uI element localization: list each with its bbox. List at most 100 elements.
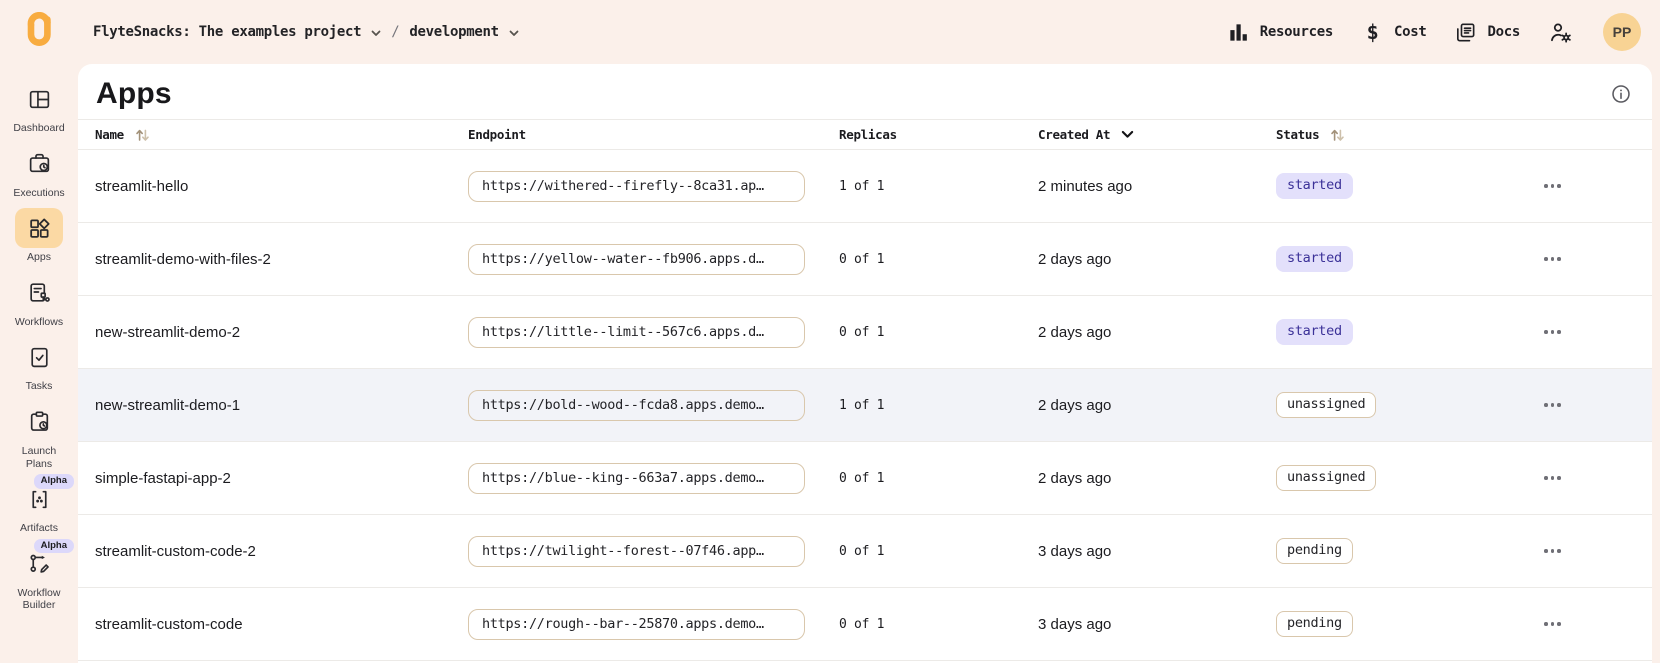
created-at-value: 2 minutes ago <box>1038 178 1276 195</box>
table-row[interactable]: new-streamlit-demo-1 https://bold--wood-… <box>78 369 1652 442</box>
app-name: streamlit-custom-code-2 <box>95 543 468 560</box>
replicas-value: 0 of 1 <box>839 617 1038 632</box>
created-at-value: 3 days ago <box>1038 543 1276 560</box>
row-actions-button[interactable] <box>1540 251 1565 267</box>
row-actions-button[interactable] <box>1540 324 1565 340</box>
endpoint-link[interactable]: https://blue--king--663a7.apps.demo… <box>468 463 805 494</box>
apps-table: streamlit-hello https://withered--firefl… <box>78 150 1652 661</box>
union-logo <box>19 12 59 52</box>
table-row[interactable]: streamlit-custom-code https://rough--bar… <box>78 588 1652 661</box>
status-badge: pending <box>1276 611 1353 637</box>
table-row[interactable]: streamlit-demo-with-files-2 https://yell… <box>78 223 1652 296</box>
table-row[interactable]: new-streamlit-demo-2 https://little--lim… <box>78 296 1652 369</box>
ellipsis-icon <box>1544 622 1548 626</box>
chevron-down-icon <box>1121 130 1134 139</box>
resources-label: Resources <box>1260 24 1333 40</box>
column-header-status[interactable]: Status <box>1276 127 1540 143</box>
cost-label: Cost <box>1394 24 1427 40</box>
docs-icon <box>1454 21 1477 44</box>
sidebar-item-workflows[interactable]: Workflows <box>0 273 78 329</box>
replicas-value: 1 of 1 <box>839 179 1038 194</box>
sidebar-item-artifacts[interactable]: Alpha Artifacts <box>0 479 78 535</box>
app-name: new-streamlit-demo-2 <box>95 324 468 341</box>
person-gear-icon <box>1548 20 1573 45</box>
apps-panel: Apps Name Endpoint Replic <box>78 64 1652 663</box>
endpoint-link[interactable]: https://withered--firefly--8ca31.ap… <box>468 171 805 202</box>
project-label: FlyteSnacks: The examples project <box>93 24 361 40</box>
sidebar-item-label: Launch Plans <box>8 445 70 470</box>
chevron-down-icon <box>509 30 519 37</box>
launch-plans-icon <box>15 402 63 442</box>
ellipsis-icon <box>1544 257 1548 261</box>
status-badge: started <box>1276 173 1353 199</box>
domain-label: development <box>409 24 498 40</box>
replicas-value: 0 of 1 <box>839 252 1038 267</box>
row-actions-button[interactable] <box>1540 616 1565 632</box>
created-at-value: 3 days ago <box>1038 616 1276 633</box>
row-actions-button[interactable] <box>1540 543 1565 559</box>
project-selector[interactable]: FlyteSnacks: The examples project <box>93 24 381 40</box>
topnav: Resources $ Cost Docs PP <box>1227 13 1641 51</box>
sidebar-item-dashboard[interactable]: Dashboard <box>0 79 78 135</box>
replicas-value: 0 of 1 <box>839 471 1038 486</box>
chevron-down-icon <box>371 30 381 37</box>
info-icon <box>1610 83 1632 105</box>
ellipsis-icon <box>1544 330 1548 334</box>
column-header-created-at[interactable]: Created At <box>1038 127 1276 142</box>
sidebar-item-label: Artifacts <box>20 522 58 535</box>
endpoint-link[interactable]: https://yellow--water--fb906.apps.d… <box>468 244 805 275</box>
table-row[interactable]: streamlit-custom-code-2 https://twilight… <box>78 515 1652 588</box>
column-header-endpoint: Endpoint <box>468 127 839 142</box>
row-actions-button[interactable] <box>1540 470 1565 486</box>
status-badge: started <box>1276 319 1353 345</box>
endpoint-link[interactable]: https://twilight--forest--07f46.app… <box>468 536 805 567</box>
created-at-value: 2 days ago <box>1038 397 1276 414</box>
table-header: Name Endpoint Replicas Created At Status <box>78 119 1652 150</box>
tasks-icon <box>15 337 63 377</box>
sidebar-item-executions[interactable]: Executions <box>0 144 78 200</box>
created-at-value: 2 days ago <box>1038 470 1276 487</box>
table-row[interactable]: simple-fastapi-app-2 https://blue--king-… <box>78 442 1652 515</box>
app-name: simple-fastapi-app-2 <box>95 470 468 487</box>
admin-settings-button[interactable] <box>1548 20 1573 45</box>
replicas-value: 0 of 1 <box>839 544 1038 559</box>
sidebar-item-label: Workflow Builder <box>8 587 70 612</box>
table-row[interactable]: streamlit-hello https://withered--firefl… <box>78 150 1652 223</box>
topbar: FlyteSnacks: The examples project / deve… <box>0 0 1660 64</box>
page-title: Apps <box>96 77 172 111</box>
row-actions-button[interactable] <box>1540 178 1565 194</box>
bar-chart-icon <box>1227 21 1250 44</box>
status-badge: unassigned <box>1276 465 1376 491</box>
endpoint-link[interactable]: https://rough--bar--25870.apps.demo… <box>468 609 805 640</box>
endpoint-link[interactable]: https://bold--wood--fcda8.apps.demo… <box>468 390 805 421</box>
sidebar-item-label: Tasks <box>26 380 53 393</box>
created-at-value: 2 days ago <box>1038 251 1276 268</box>
dollar-icon: $ <box>1361 21 1384 44</box>
docs-button[interactable]: Docs <box>1454 21 1520 44</box>
cost-button[interactable]: $ Cost <box>1361 21 1427 44</box>
alpha-badge: Alpha <box>34 539 74 553</box>
sidebar-item-label: Dashboard <box>13 122 64 135</box>
sidebar-item-workflow-builder[interactable]: Alpha Workflow Builder <box>0 544 78 612</box>
column-header-replicas: Replicas <box>839 127 1038 142</box>
endpoint-link[interactable]: https://little--limit--567c6.apps.d… <box>468 317 805 348</box>
sidebar-item-label: Workflows <box>15 316 63 329</box>
domain-selector[interactable]: development <box>409 24 518 40</box>
resources-button[interactable]: Resources <box>1227 21 1333 44</box>
sidebar-item-apps[interactable]: Apps <box>0 208 78 264</box>
info-button[interactable] <box>1610 83 1632 105</box>
sidebar-item-label: Apps <box>27 251 51 264</box>
status-badge: started <box>1276 246 1353 272</box>
app-name: streamlit-demo-with-files-2 <box>95 251 468 268</box>
ellipsis-icon <box>1544 403 1548 407</box>
row-actions-button[interactable] <box>1540 397 1565 413</box>
column-header-name[interactable]: Name <box>95 127 468 143</box>
sidebar-item-tasks[interactable]: Tasks <box>0 337 78 393</box>
avatar[interactable]: PP <box>1603 13 1641 51</box>
ellipsis-icon <box>1544 476 1548 480</box>
sidebar-item-label: Executions <box>13 187 64 200</box>
replicas-value: 0 of 1 <box>839 325 1038 340</box>
executions-icon <box>15 144 63 184</box>
ellipsis-icon <box>1544 549 1548 553</box>
sidebar-item-launch-plans[interactable]: Launch Plans <box>0 402 78 470</box>
